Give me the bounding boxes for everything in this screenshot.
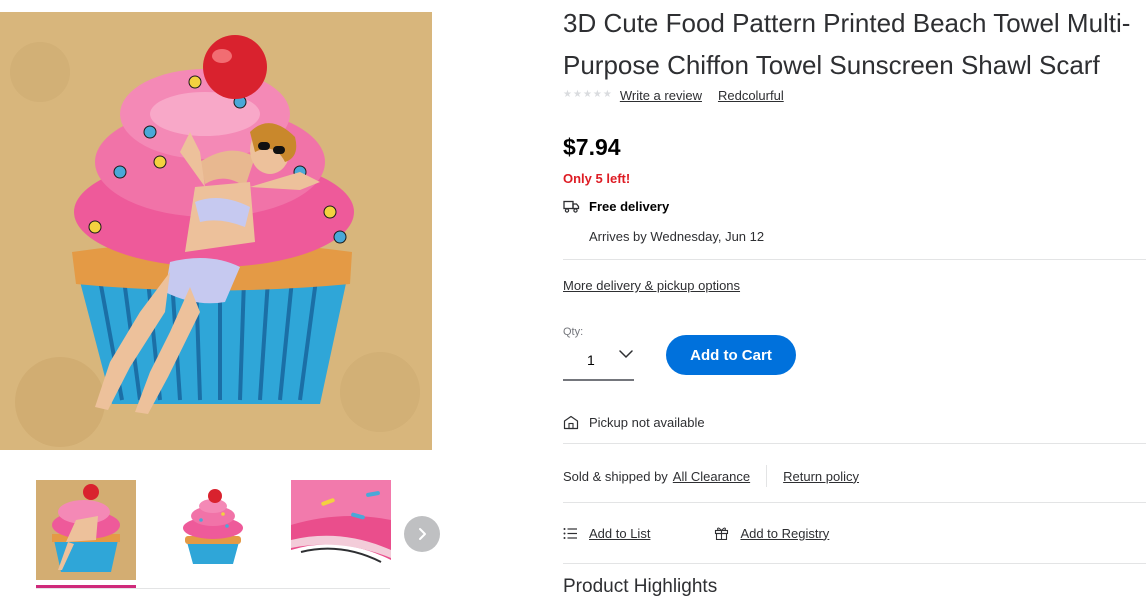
quantity-select[interactable]: 1 xyxy=(563,340,634,381)
price: $7.94 xyxy=(563,134,621,160)
main-product-image[interactable] xyxy=(0,12,432,450)
star-empty-icon: ★ xyxy=(592,89,602,100)
cupcake-towel-thumb-icon xyxy=(36,480,136,580)
chevron-right-icon xyxy=(419,528,426,540)
add-to-list-label: Add to List xyxy=(589,525,651,541)
add-to-registry-button[interactable]: Add to Registry xyxy=(714,526,829,541)
star-empty-icon: ★ xyxy=(563,89,572,100)
star-empty-icon: ★ xyxy=(602,89,612,100)
vertical-divider xyxy=(766,465,768,487)
quantity-value: 1 xyxy=(587,351,595,368)
add-to-registry-label: Add to Registry xyxy=(740,525,830,541)
cupcake-towel-illustration xyxy=(0,12,432,450)
store-icon xyxy=(563,415,579,430)
delivery-option: Free delivery xyxy=(563,199,669,214)
sold-by-label: Sold & shipped by xyxy=(563,468,668,484)
product-highlights-heading[interactable]: Product Highlights xyxy=(563,576,717,598)
truck-icon xyxy=(563,200,580,213)
frosting-closeup-thumb-icon xyxy=(291,480,391,580)
next-thumbnail-button[interactable] xyxy=(404,516,440,552)
thumbnail-divider xyxy=(36,588,390,589)
stock-warning: Only 5 left! xyxy=(563,171,631,186)
star-empty-icon: ★ xyxy=(582,89,592,100)
return-policy-link[interactable]: Return policy xyxy=(783,469,859,484)
qty-label: Qty: xyxy=(563,326,584,338)
more-delivery-options-link[interactable]: More delivery & pickup options xyxy=(563,278,740,293)
product-title: 3D Cute Food Pattern Printed Beach Towel… xyxy=(563,2,1146,86)
product-title-line-1: 3D Cute Food Pattern Printed Beach Towel… xyxy=(563,8,1131,38)
divider xyxy=(563,259,1146,260)
brand-link[interactable]: Redcolurful xyxy=(718,88,784,103)
seller-row: Sold & shipped by All Clearance Return p… xyxy=(563,464,859,488)
pickup-label: Pickup not available xyxy=(589,415,705,430)
thumbnail-1[interactable] xyxy=(36,480,136,580)
list-icon xyxy=(563,527,577,539)
divider xyxy=(563,563,1146,564)
pickup-status: Pickup not available xyxy=(563,415,705,430)
add-to-list-button[interactable]: Add to List xyxy=(563,526,650,541)
add-to-cart-button[interactable]: Add to Cart xyxy=(666,335,796,375)
arrival-date: Arrives by Wednesday, Jun 12 xyxy=(589,229,765,244)
cupcake-product-thumb-icon xyxy=(163,480,263,580)
divider xyxy=(563,502,1146,503)
star-empty-icon: ★ xyxy=(572,89,582,100)
gift-icon xyxy=(715,527,729,540)
product-title-line-2: Purpose Chiffon Towel Sunscreen Shawl Sc… xyxy=(563,50,1100,80)
thumbnail-3[interactable] xyxy=(291,480,391,580)
write-review-link[interactable]: Write a review xyxy=(620,88,702,103)
review-row: ★ ★ ★ ★ ★ Write a review Redcolurful xyxy=(563,86,800,104)
star-rating[interactable]: ★ ★ ★ ★ ★ xyxy=(563,90,612,100)
list-actions: Add to List Add to Registry xyxy=(563,522,829,544)
product-info-panel: 3D Cute Food Pattern Printed Beach Towel… xyxy=(563,0,1146,605)
chevron-down-icon xyxy=(619,350,633,359)
thumbnail-2[interactable] xyxy=(163,480,263,580)
seller-link[interactable]: All Clearance xyxy=(673,469,750,484)
divider xyxy=(563,443,1146,444)
delivery-label: Free delivery xyxy=(589,199,670,214)
thumbnail-strip xyxy=(36,480,446,590)
